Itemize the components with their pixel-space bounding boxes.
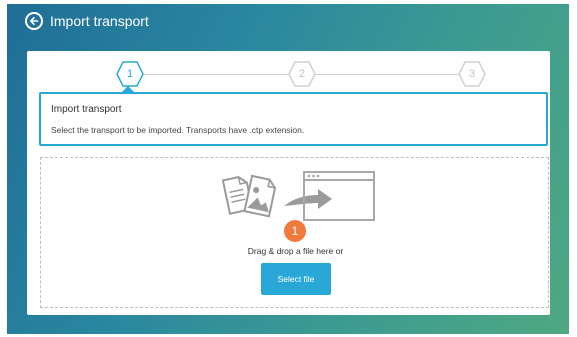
import-card: 1 2 3 Import transport Select the transp…: [27, 51, 550, 315]
select-file-button[interactable]: Select file: [261, 263, 331, 295]
arrow-right-icon: [284, 189, 332, 209]
step-number: 1: [126, 68, 134, 80]
step-number: 2: [298, 68, 306, 80]
step-badge: 1: [284, 220, 306, 242]
back-button[interactable]: [25, 12, 43, 30]
upload-illustration: [221, 171, 375, 221]
step-2[interactable]: 2: [288, 61, 316, 87]
file-dropzone[interactable]: 1 Drag & drop a file here or Select file: [40, 157, 549, 308]
step-number: 3: [468, 68, 476, 80]
step-connector: [311, 74, 458, 75]
step-connector: [144, 74, 292, 75]
drop-instructions: Drag & drop a file here or: [247, 246, 344, 256]
info-panel: Import transport Select the transport to…: [39, 92, 548, 146]
info-title: Import transport: [51, 104, 122, 115]
info-description: Select the transport to be imported. Tra…: [51, 125, 305, 135]
page-title: Import transport: [50, 13, 149, 29]
step-3[interactable]: 3: [458, 61, 486, 87]
header: Import transport: [25, 12, 149, 30]
app-frame: Import transport 1 2 3 Import transport …: [7, 4, 569, 334]
back-arrow-icon: [30, 17, 39, 25]
step-1[interactable]: 1: [116, 61, 144, 87]
documents-icon: [221, 174, 277, 218]
